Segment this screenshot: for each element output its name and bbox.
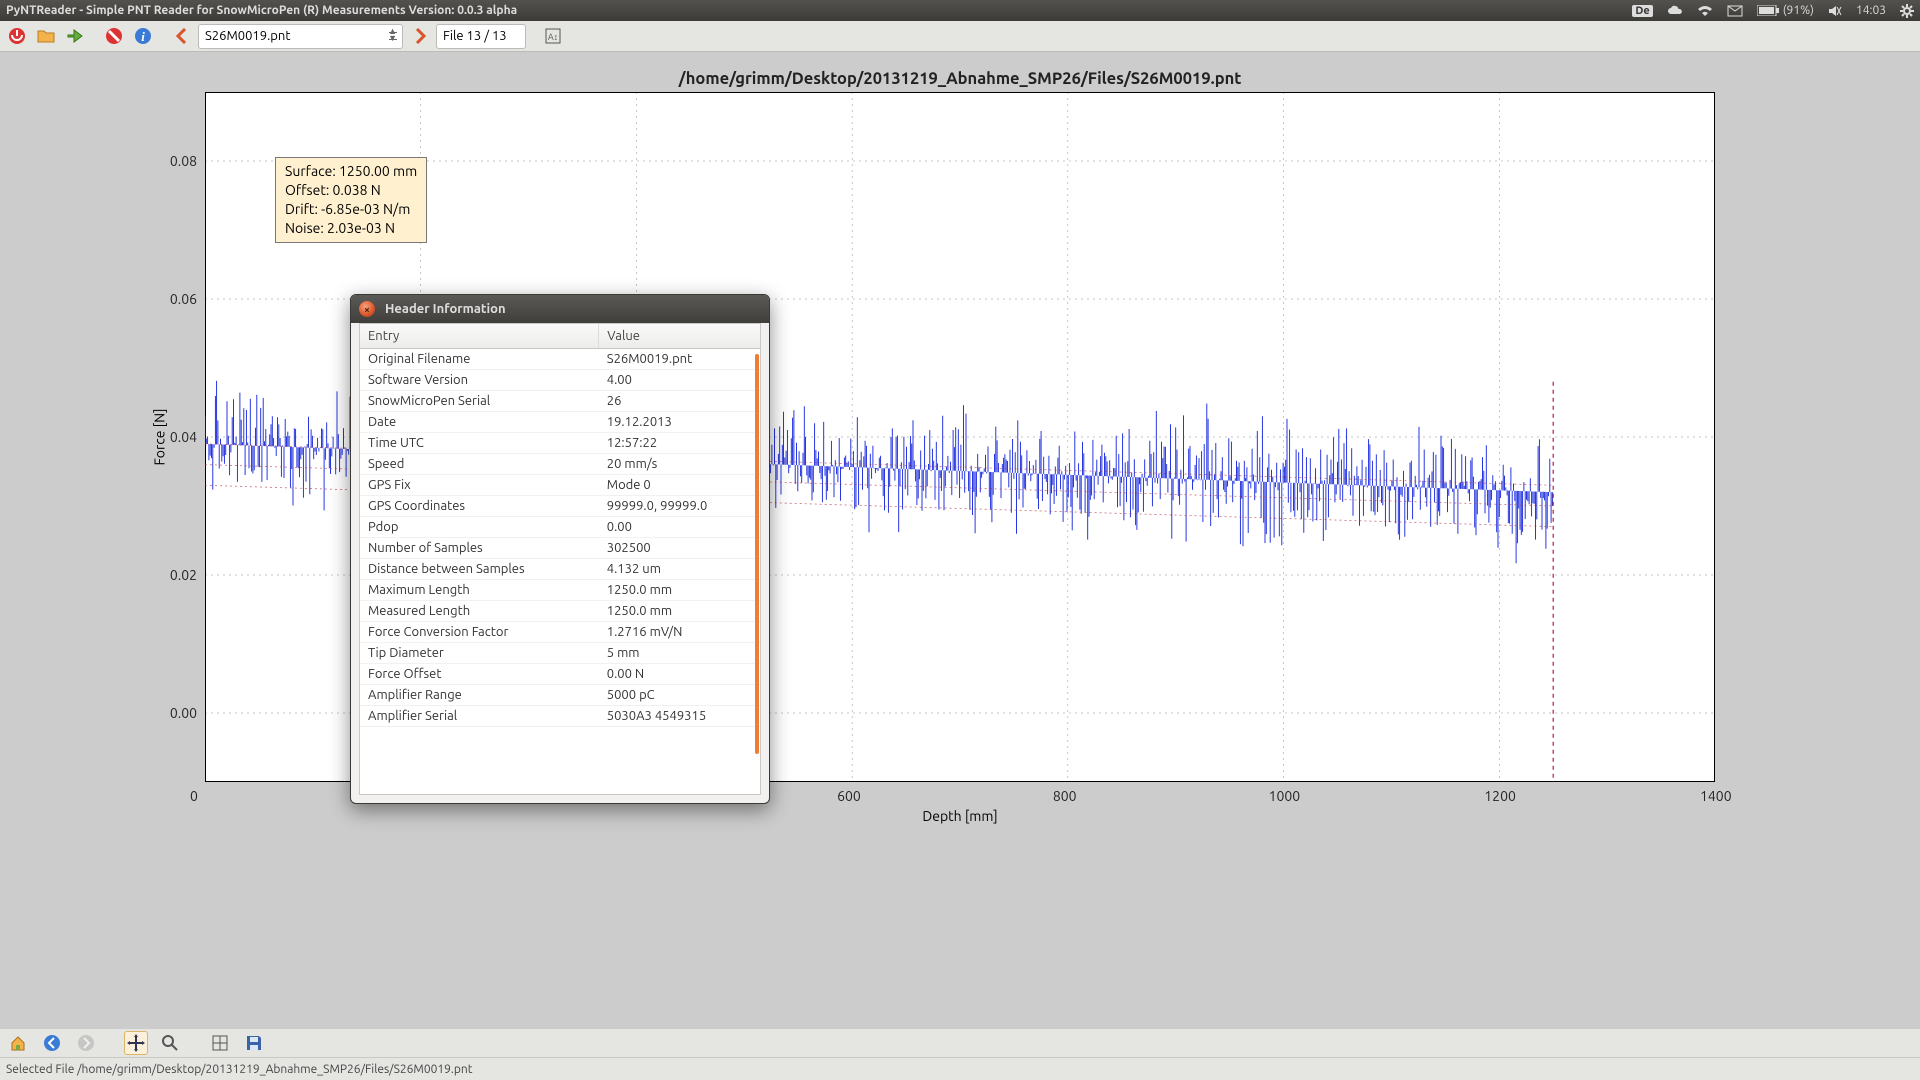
table-row[interactable]: Speed20 mm/s bbox=[360, 454, 760, 475]
x-axis-label: Depth [mm] bbox=[205, 808, 1715, 824]
desktop-menubar: PyNTReader - Simple PNT Reader for SnowM… bbox=[0, 0, 1920, 21]
back-icon[interactable] bbox=[40, 1031, 64, 1055]
table-row[interactable]: Force Offset0.00 N bbox=[360, 664, 760, 685]
status-bar: Selected File /home/grimm/Desktop/201312… bbox=[0, 1057, 1920, 1080]
file-select-combo[interactable]: S26M0019.pnt ▲▼ bbox=[198, 24, 403, 49]
battery-icon[interactable]: (91%) bbox=[1757, 4, 1814, 17]
dialog-body: Entry Value Original FilenameS26M0019.pn… bbox=[359, 323, 761, 795]
app-toolbar: i S26M0019.pnt ▲▼ File 13 / 13 A↕ bbox=[0, 21, 1920, 52]
file-select-value: S26M0019.pnt bbox=[205, 29, 290, 43]
table-row[interactable]: SnowMicroPen Serial26 bbox=[360, 391, 760, 412]
volume-icon[interactable] bbox=[1828, 5, 1842, 17]
svg-text:A↕: A↕ bbox=[547, 32, 557, 42]
header-info-dialog[interactable]: × Header Information Entry Value Origina… bbox=[350, 294, 770, 804]
info-button[interactable]: i bbox=[130, 24, 155, 49]
plot-canvas: /home/grimm/Desktop/20131219_Abnahme_SMP… bbox=[0, 52, 1920, 1029]
window-title: PyNTReader - Simple PNT Reader for SnowM… bbox=[6, 4, 517, 17]
table-row[interactable]: Tip Diameter5 mm bbox=[360, 643, 760, 664]
table-row[interactable]: Original FilenameS26M0019.pnt bbox=[360, 349, 760, 370]
status-text: Selected File /home/grimm/Desktop/201312… bbox=[6, 1063, 472, 1076]
table-row[interactable]: Software Version4.00 bbox=[360, 370, 760, 391]
table-row[interactable]: Time UTC12:57:22 bbox=[360, 433, 760, 454]
export-button[interactable] bbox=[62, 24, 87, 49]
header-table: Entry Value Original FilenameS26M0019.pn… bbox=[360, 324, 760, 727]
plot-title: /home/grimm/Desktop/20131219_Abnahme_SMP… bbox=[0, 52, 1920, 92]
table-row[interactable]: Amplifier Serial5030A3 4549315 bbox=[360, 706, 760, 727]
clock[interactable]: 14:03 bbox=[1856, 4, 1886, 17]
col-entry[interactable]: Entry bbox=[360, 324, 599, 349]
mail-icon[interactable] bbox=[1727, 5, 1743, 17]
table-row[interactable]: Pdop0.00 bbox=[360, 517, 760, 538]
home-icon[interactable] bbox=[6, 1031, 30, 1055]
snap-button[interactable]: A↕ bbox=[540, 24, 565, 49]
dialog-titlebar[interactable]: × Header Information bbox=[351, 295, 769, 323]
cloud-icon[interactable] bbox=[1667, 5, 1683, 17]
system-tray: De (91%) 14:03 bbox=[1632, 4, 1914, 18]
table-row[interactable]: Force Conversion Factor1.2716 mV/N bbox=[360, 622, 760, 643]
table-row[interactable]: Date19.12.2013 bbox=[360, 412, 760, 433]
save-icon[interactable] bbox=[242, 1031, 266, 1055]
x-tick: 1000 bbox=[1269, 788, 1301, 804]
stop-button[interactable] bbox=[101, 24, 126, 49]
x-tick: 600 bbox=[837, 788, 861, 804]
zoom-icon[interactable] bbox=[158, 1031, 182, 1055]
table-row[interactable]: Distance between Samples4.132 um bbox=[360, 559, 760, 580]
file-index-display: File 13 / 13 bbox=[436, 24, 526, 49]
col-value[interactable]: Value bbox=[599, 324, 760, 349]
svg-text:i: i bbox=[141, 29, 145, 44]
y-axis-label: Force [N] bbox=[152, 408, 168, 465]
x-tick: 1400 bbox=[1700, 788, 1732, 804]
next-file-button[interactable] bbox=[407, 24, 432, 49]
table-row[interactable]: Maximum Length1250.0 mm bbox=[360, 580, 760, 601]
scrollbar[interactable] bbox=[755, 354, 759, 754]
table-row[interactable]: GPS FixMode 0 bbox=[360, 475, 760, 496]
table-row[interactable]: Measured Length1250.0 mm bbox=[360, 601, 760, 622]
prev-file-button[interactable] bbox=[169, 24, 194, 49]
table-row[interactable]: Number of Samples302500 bbox=[360, 538, 760, 559]
open-folder-button[interactable] bbox=[33, 24, 58, 49]
quit-button[interactable] bbox=[4, 24, 29, 49]
dialog-title: Header Information bbox=[385, 302, 506, 316]
table-row[interactable]: Amplifier Range5000 pC bbox=[360, 685, 760, 706]
subplots-icon[interactable] bbox=[208, 1031, 232, 1055]
forward-icon[interactable] bbox=[74, 1031, 98, 1055]
mpl-toolbar bbox=[0, 1029, 1920, 1057]
wifi-icon[interactable] bbox=[1697, 5, 1713, 17]
x-tick: 1200 bbox=[1484, 788, 1516, 804]
keyboard-indicator[interactable]: De bbox=[1632, 5, 1652, 17]
x-tick: 800 bbox=[1053, 788, 1077, 804]
x-tick: 0 bbox=[190, 788, 198, 804]
table-row[interactable]: GPS Coordinates99999.0, 99999.0 bbox=[360, 496, 760, 517]
surface-annotation: Surface: 1250.00 mm Offset: 0.038 N Drif… bbox=[275, 157, 427, 243]
gear-icon[interactable] bbox=[1900, 4, 1914, 18]
close-icon[interactable]: × bbox=[359, 301, 375, 317]
pan-icon[interactable] bbox=[124, 1031, 148, 1055]
